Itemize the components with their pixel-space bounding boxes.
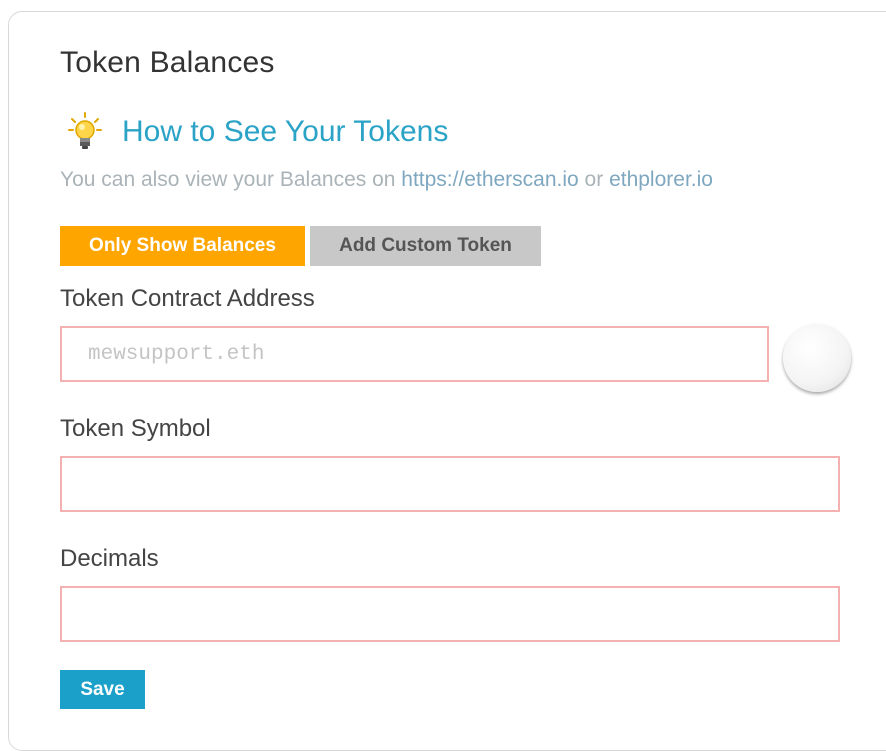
info-middle: or (578, 168, 610, 191)
lightbulb-icon (68, 112, 102, 152)
only-show-balances-button[interactable]: Only Show Balances (60, 226, 305, 266)
help-row: How to See Your Tokens (68, 112, 448, 152)
how-to-see-tokens-link[interactable]: How to See Your Tokens (122, 115, 448, 149)
contract-address-input[interactable] (60, 326, 769, 382)
panel-title: Token Balances (60, 46, 275, 79)
etherscan-link[interactable]: https://etherscan.io (401, 168, 578, 191)
decimals-label: Decimals (60, 545, 159, 572)
decimals-input[interactable] (60, 586, 840, 642)
info-prefix: You can also view your Balances on (60, 168, 402, 191)
address-identicon (783, 324, 851, 392)
ethplorer-link[interactable]: ethplorer.io (609, 168, 713, 191)
add-custom-token-button[interactable]: Add Custom Token (310, 226, 541, 266)
token-symbol-input[interactable] (60, 456, 840, 512)
token-action-buttons: Only Show Balances Add Custom Token (60, 226, 541, 266)
contract-address-label: Token Contract Address (60, 285, 315, 312)
info-text: You can also view your Balances on https… (60, 168, 713, 192)
token-symbol-label: Token Symbol (60, 415, 211, 442)
save-button[interactable]: Save (60, 670, 145, 709)
